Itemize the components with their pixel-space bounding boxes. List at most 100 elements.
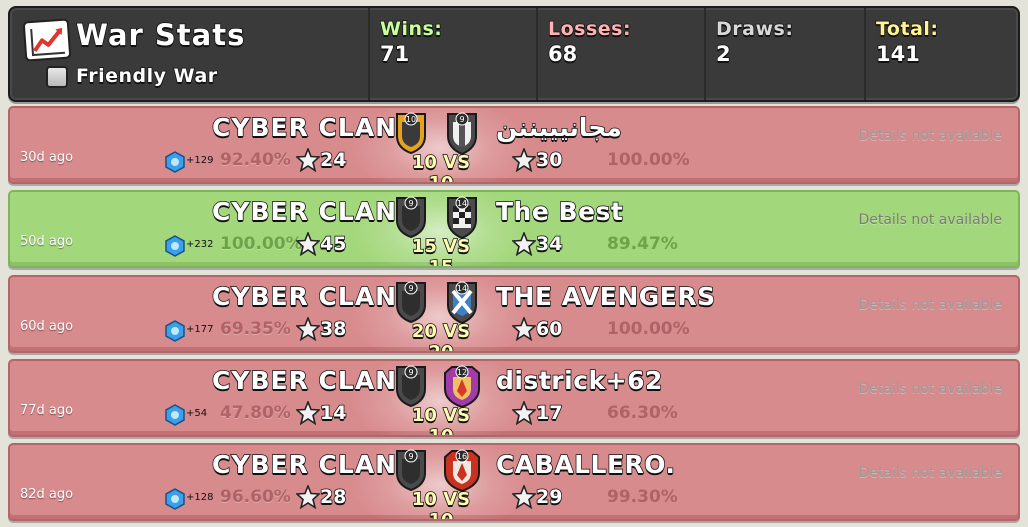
war-row[interactable]: 60d ago +177 69.35% 38 CYBER CLAN 9 20 V… <box>8 275 1020 353</box>
our-clan-level: 9 <box>408 368 413 377</box>
war-row[interactable]: 50d ago +232 100.00% 45 CYBER CLAN 9 15 … <box>8 190 1020 268</box>
vs-label: 10 VS 10 <box>411 488 471 521</box>
our-clan-level: 9 <box>408 284 413 293</box>
our-destruction: 69.35% <box>220 319 291 339</box>
our-clan-name: CYBER CLAN <box>211 281 398 312</box>
vs-label: 10 VS 10 <box>411 404 471 437</box>
enemy-clan-level: 12 <box>457 368 467 377</box>
our-clan-name: CYBER CLAN <box>211 112 398 143</box>
total-label: Total: <box>875 17 939 41</box>
our-clan-level: 10 <box>406 115 416 124</box>
enemy-clan-level: 9 <box>459 115 464 124</box>
our-clan-badge: 9 <box>394 447 428 492</box>
our-stars: 14 <box>319 401 347 425</box>
losses-label: Losses: <box>547 17 632 41</box>
trophy-change: +129 <box>186 155 214 166</box>
our-clan-name: CYBER CLAN <box>211 365 398 396</box>
our-clan-level: 9 <box>408 199 413 208</box>
our-stars: 45 <box>319 232 347 256</box>
war-age: 50d ago <box>20 234 74 249</box>
chart-icon <box>22 18 72 62</box>
trophy-gem-icon <box>165 320 185 342</box>
enemy-clan-level: 16 <box>457 452 467 461</box>
wins-label: Wins: <box>379 17 443 41</box>
our-stars: 38 <box>319 317 347 341</box>
draws-stat: Draws: 2 <box>704 8 864 100</box>
star-icon <box>296 485 320 509</box>
our-clan-name: CYBER CLAN <box>211 196 398 227</box>
enemy-clan-badge: 16 <box>442 447 482 493</box>
star-icon <box>512 401 536 425</box>
draws-value: 2 <box>715 41 731 67</box>
vs-label: 20 VS 20 <box>411 320 471 353</box>
star-icon <box>296 317 320 341</box>
wins-stat: Wins: 71 <box>368 8 536 100</box>
page-title: War Stats <box>75 17 246 53</box>
enemy-destruction: 99.30% <box>607 487 678 507</box>
enemy-clan-name: CABALLERO. <box>495 449 676 480</box>
our-clan-badge: 9 <box>394 363 428 408</box>
trophy-gem-icon <box>165 488 185 510</box>
enemy-clan-badge: 14 <box>442 279 482 325</box>
vs-label: 15 VS 15 <box>411 235 471 268</box>
war-row[interactable]: 30d ago +129 92.40% 24 CYBER CLAN 10 10 … <box>8 106 1020 184</box>
our-destruction: 100.00% <box>220 234 303 254</box>
war-row[interactable]: 82d ago +128 96.60% 28 CYBER CLAN 9 10 V… <box>8 443 1020 521</box>
our-clan-badge: 10 <box>394 110 428 155</box>
star-icon <box>512 317 536 341</box>
friendly-war-checkbox[interactable] <box>46 66 68 88</box>
war-age: 82d ago <box>20 487 74 502</box>
enemy-stars: 17 <box>535 401 563 425</box>
star-icon <box>512 232 536 256</box>
enemy-destruction: 66.30% <box>607 403 678 423</box>
trophy-gem-icon <box>165 404 185 426</box>
title-area: War Stats Friendly War <box>10 8 366 100</box>
details-unavailable: Details not available <box>858 381 1002 397</box>
star-icon <box>512 148 536 172</box>
our-destruction: 92.40% <box>220 150 291 170</box>
enemy-clan-badge: 14 <box>442 194 482 240</box>
star-icon <box>296 148 320 172</box>
trophy-change: +128 <box>186 492 214 503</box>
trophy-change: +177 <box>186 324 214 335</box>
our-destruction: 47.80% <box>220 403 291 423</box>
losses-value: 68 <box>547 41 578 67</box>
enemy-destruction: 100.00% <box>607 319 690 339</box>
losses-stat: Losses: 68 <box>536 8 704 100</box>
our-stars: 28 <box>319 485 347 509</box>
trophy-gem-icon <box>165 235 185 257</box>
trophy-change: +232 <box>186 239 214 250</box>
enemy-clan-name: THE AVENGERS <box>495 281 716 312</box>
friendly-war-label[interactable]: Friendly War <box>75 64 218 88</box>
enemy-clan-name: The Best <box>495 196 624 227</box>
our-clan-badge: 9 <box>394 194 428 239</box>
vs-label: 10 VS 10 <box>411 151 471 184</box>
enemy-clan-badge: 9 <box>442 110 482 156</box>
enemy-stars: 60 <box>535 317 563 341</box>
our-clan-badge: 9 <box>394 279 428 324</box>
trophy-gem-icon <box>165 151 185 173</box>
enemy-clan-name: مجانيييننن <box>495 112 622 143</box>
war-row[interactable]: 77d ago +54 47.80% 14 CYBER CLAN 9 10 VS… <box>8 359 1020 437</box>
war-stats-header: War Stats Friendly War Wins: 71 Losses: … <box>8 6 1020 102</box>
wins-value: 71 <box>379 41 410 67</box>
enemy-destruction: 100.00% <box>607 150 690 170</box>
details-unavailable: Details not available <box>858 212 1002 228</box>
trophy-change: +54 <box>186 408 208 419</box>
war-age: 60d ago <box>20 319 74 334</box>
our-destruction: 96.60% <box>220 487 291 507</box>
enemy-stars: 34 <box>535 232 563 256</box>
enemy-stars: 29 <box>535 485 563 509</box>
total-stat: Total: 141 <box>864 8 1018 100</box>
enemy-clan-level: 14 <box>457 284 467 293</box>
details-unavailable: Details not available <box>858 128 1002 144</box>
our-stars: 24 <box>319 148 347 172</box>
star-icon <box>296 232 320 256</box>
enemy-destruction: 89.47% <box>607 234 678 254</box>
draws-label: Draws: <box>715 17 794 41</box>
enemy-stars: 30 <box>535 148 563 172</box>
enemy-clan-level: 14 <box>457 199 467 208</box>
our-clan-level: 9 <box>408 452 413 461</box>
war-age: 77d ago <box>20 403 74 418</box>
total-value: 141 <box>875 41 920 67</box>
